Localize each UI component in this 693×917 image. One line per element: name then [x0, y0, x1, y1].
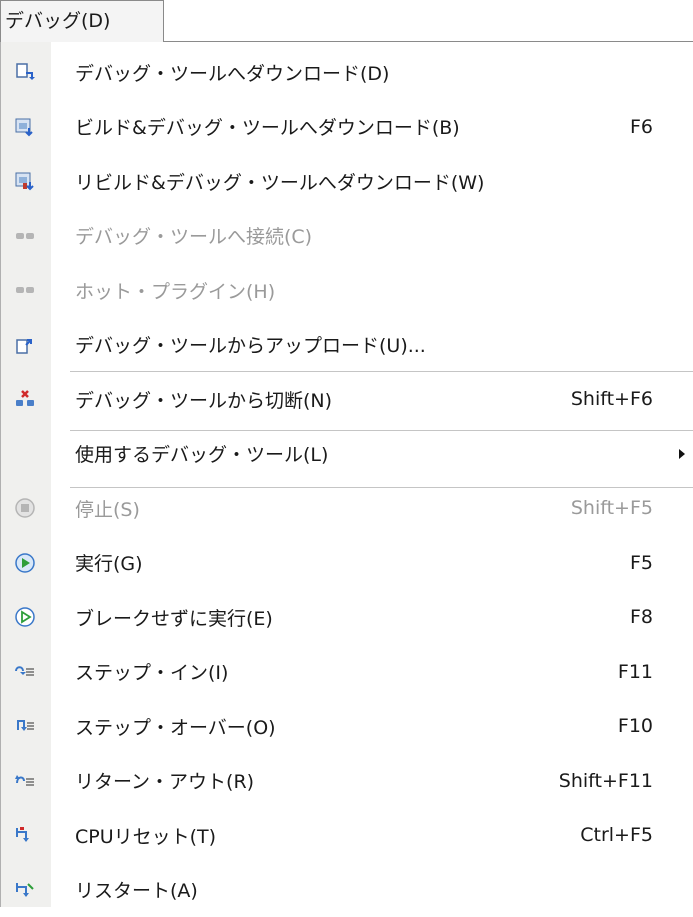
return-out-icon	[0, 771, 50, 791]
menu-item-label: CPUリセット(T)	[75, 822, 216, 849]
menu-item-select-debug-tool[interactable]: 使用するデバッグ・ツール(L)	[0, 427, 693, 482]
menu-item-label: デバッグ・ツールから切断(N)	[75, 386, 332, 413]
menu-item-label: リビルド&デバッグ・ツールへダウンロード(W)	[75, 168, 484, 195]
menu-item-label: リターン・アウト(R)	[75, 767, 254, 794]
menu-item-label: デバッグ・ツールへダウンロード(D)	[75, 59, 389, 86]
menu-item-label: デバッグ・ツールへ接続(C)	[75, 222, 312, 249]
debug-menu: デバッグ・ツールへダウンロード(D) ビルド&デバッグ・ツールへダウンロード(B…	[0, 45, 693, 917]
menu-item-label: 停止(S)	[75, 495, 140, 522]
menu-item-shortcut: F5	[630, 552, 653, 574]
menu-item-cpu-reset[interactable]: CPUリセット(T) Ctrl+F5	[0, 808, 693, 863]
menu-item-restart[interactable]: リスタート(A)	[0, 863, 693, 917]
cpu-reset-icon	[0, 825, 50, 845]
build-download-icon	[0, 117, 50, 137]
menu-item-stop[interactable]: 停止(S) Shift+F5	[0, 481, 693, 536]
run-icon	[0, 552, 50, 574]
step-over-icon	[0, 716, 50, 736]
menu-item-connect[interactable]: デバッグ・ツールへ接続(C)	[0, 209, 693, 264]
menu-item-hot-plugin[interactable]: ホット・プラグイン(H)	[0, 263, 693, 318]
menu-item-rebuild-download[interactable]: リビルド&デバッグ・ツールへダウンロード(W)	[0, 154, 693, 209]
run-no-break-icon	[0, 606, 50, 628]
stop-icon	[0, 497, 50, 519]
upload-icon	[0, 335, 50, 355]
menubar-debug-tab[interactable]: デバッグ(D)	[0, 0, 164, 42]
menu-item-label: 使用するデバッグ・ツール(L)	[75, 440, 328, 467]
menu-item-step-in[interactable]: ステップ・イン(I) F11	[0, 645, 693, 700]
hot-plugin-icon	[0, 280, 50, 300]
submenu-arrow-icon	[679, 449, 685, 459]
menu-item-shortcut: Ctrl+F5	[580, 824, 653, 846]
menu-item-return-out[interactable]: リターン・アウト(R) Shift+F11	[0, 754, 693, 809]
menu-item-label: 実行(G)	[75, 549, 143, 576]
menu-item-shortcut: Shift+F11	[559, 770, 653, 792]
menu-item-shortcut: F8	[630, 606, 653, 628]
menu-item-step-over[interactable]: ステップ・オーバー(O) F10	[0, 699, 693, 754]
disconnect-icon	[0, 389, 50, 409]
menu-item-run[interactable]: 実行(G) F5	[0, 536, 693, 591]
menu-item-label: デバッグ・ツールからアップロード(U)...	[75, 331, 426, 358]
menu-item-build-download[interactable]: ビルド&デバッグ・ツールへダウンロード(B) F6	[0, 100, 693, 155]
menu-item-disconnect[interactable]: デバッグ・ツールから切断(N) Shift+F6	[0, 372, 693, 427]
connect-icon	[0, 226, 50, 246]
menu-item-download[interactable]: デバッグ・ツールへダウンロード(D)	[0, 45, 693, 100]
step-in-icon	[0, 662, 50, 682]
menu-item-label: ホット・プラグイン(H)	[75, 277, 275, 304]
restart-icon	[0, 880, 50, 900]
menu-item-shortcut: F10	[618, 715, 653, 737]
download-to-tool-icon	[0, 62, 50, 82]
menu-item-label: ビルド&デバッグ・ツールへダウンロード(B)	[75, 113, 460, 140]
menu-item-shortcut: F11	[618, 661, 653, 683]
menu-item-shortcut: Shift+F5	[571, 497, 653, 519]
menu-item-label: ステップ・オーバー(O)	[75, 713, 276, 740]
rebuild-download-icon	[0, 171, 50, 191]
menu-item-shortcut: F6	[630, 116, 653, 138]
menu-item-upload[interactable]: デバッグ・ツールからアップロード(U)...	[0, 318, 693, 373]
menu-item-run-no-break[interactable]: ブレークせずに実行(E) F8	[0, 590, 693, 645]
menu-item-label: ブレークせずに実行(E)	[75, 604, 273, 631]
menu-item-label: リスタート(A)	[75, 876, 198, 903]
menu-item-shortcut: Shift+F6	[571, 388, 653, 410]
menu-item-label: ステップ・イン(I)	[75, 658, 228, 685]
